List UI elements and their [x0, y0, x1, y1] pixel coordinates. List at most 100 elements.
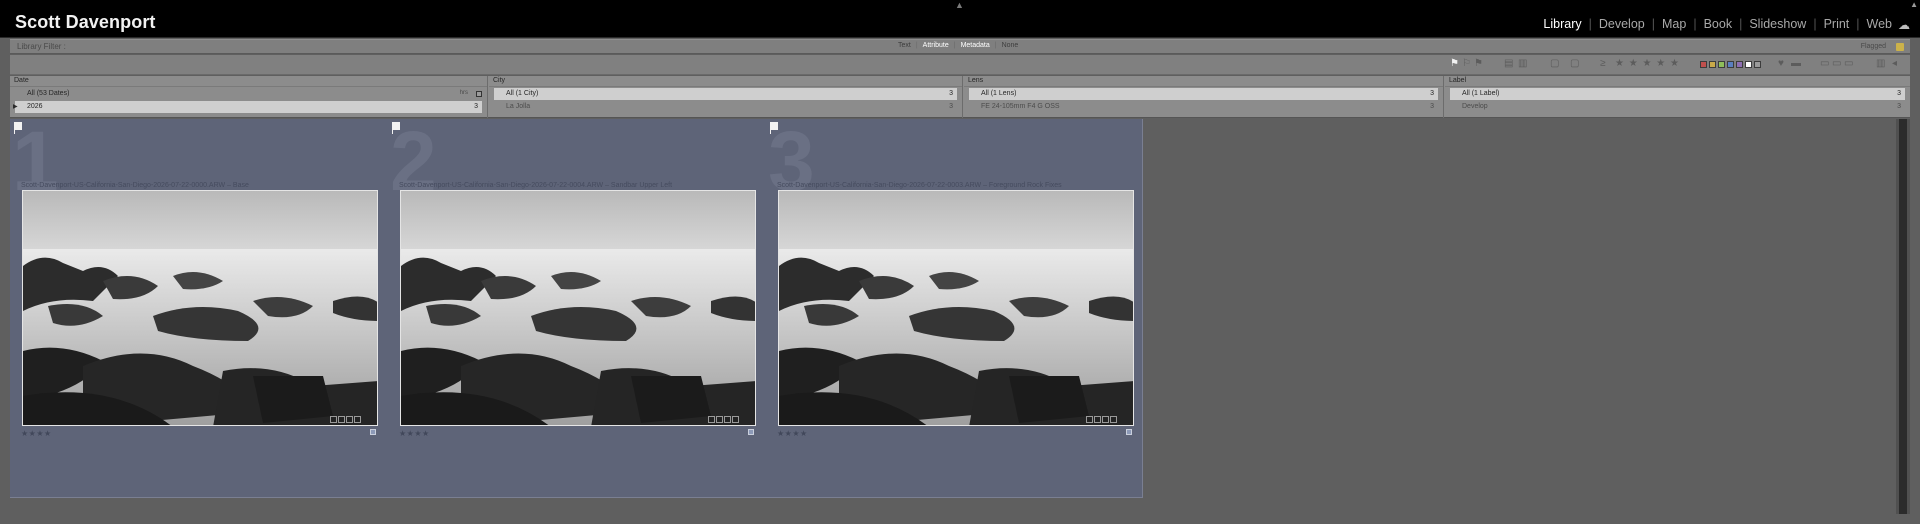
rejected-filter-icon[interactable]: ⚑ — [1474, 58, 1483, 69]
badge-icon[interactable] — [1110, 416, 1117, 423]
row-label: Develop — [1462, 103, 1488, 110]
module-print[interactable]: Print — [1824, 17, 1850, 31]
collapse-icon[interactable]: ◂ — [1892, 58, 1897, 69]
pick-flag-icon[interactable] — [770, 122, 778, 134]
row-label: All (1 City) — [506, 90, 539, 97]
module-develop[interactable]: Develop — [1599, 17, 1645, 31]
cloud-sync-icon[interactable]: ☁ — [1898, 18, 1910, 32]
module-separator: | — [1588, 17, 1592, 31]
rating-filter-stars[interactable]: ★ ★ ★ ★ ★ — [1615, 58, 1680, 69]
grid-scrollbar[interactable] — [1896, 119, 1910, 514]
expand-triangle-icon[interactable]: ▶ — [13, 103, 18, 110]
thumbnail-badges — [708, 416, 739, 423]
badge-icon[interactable] — [724, 416, 731, 423]
label-yellow-swatch[interactable] — [1709, 61, 1716, 68]
module-book[interactable]: Book — [1704, 17, 1733, 31]
grid-cell[interactable]: 2 Scott-Davenport-US-California-San-Dieg… — [388, 119, 765, 441]
color-label-marker[interactable] — [748, 429, 754, 435]
filter-options: Text | Attribute | Metadata | None — [895, 42, 1021, 49]
hierarchy-icon[interactable]: hrs — [460, 90, 468, 96]
flag-filter-icon[interactable]: ⚑ — [1450, 58, 1459, 69]
cell-filename: Scott-Davenport-US-California-San-Diego-… — [777, 182, 1062, 189]
row-label: All (53 Dates) — [27, 90, 70, 97]
browser-row-selected[interactable]: All (1 Lens) 3 — [969, 88, 1438, 100]
rating-operator-icon[interactable]: ≥ — [1600, 58, 1606, 69]
thumbnail-image[interactable] — [778, 190, 1134, 426]
label-purple-swatch[interactable] — [1736, 61, 1743, 68]
star-rating[interactable]: ★★★★ — [21, 429, 52, 438]
color-label-marker[interactable] — [370, 429, 376, 435]
badge-icon[interactable] — [1094, 416, 1101, 423]
label-none-swatch[interactable] — [1754, 61, 1761, 68]
kind-video-icon[interactable]: ▭ — [1844, 58, 1853, 69]
grid-cell[interactable]: 1 Scott-Davenport-US-California-San-Dieg… — [10, 119, 387, 441]
module-slideshow[interactable]: Slideshow — [1749, 17, 1806, 31]
thumbnail-image[interactable] — [22, 190, 378, 426]
label-blue-swatch[interactable] — [1727, 61, 1734, 68]
identity-plate: Scott Davenport — [15, 12, 156, 32]
pick-flag-icon[interactable] — [392, 122, 400, 134]
badge-icon[interactable] — [732, 416, 739, 423]
module-web[interactable]: Web — [1867, 17, 1892, 31]
column-scroll-icon[interactable] — [476, 91, 482, 97]
edit-filter-icon-2[interactable]: ▥ — [1518, 58, 1527, 69]
seascape-thumbnail — [779, 191, 1133, 425]
star-rating[interactable]: ★★★★ — [399, 429, 430, 438]
filter-option-metadata[interactable]: Metadata — [958, 42, 993, 49]
column-header[interactable]: Date — [10, 76, 487, 87]
filter-lock-icon[interactable] — [1896, 43, 1904, 51]
column-lens: Lens All (1 Lens) 3 FE 24-105mm F4 G OSS… — [964, 76, 1444, 118]
filter-preset-select[interactable]: Flagged — [1861, 43, 1886, 50]
star-rating[interactable]: ★★★★ — [777, 429, 808, 438]
badge-icon[interactable] — [1102, 416, 1109, 423]
badge-icon[interactable] — [708, 416, 715, 423]
grid-cell[interactable]: 3 Scott-Davenport-US-California-San-Dieg… — [766, 119, 1143, 441]
row-label: La Jolla — [506, 103, 531, 110]
label-red-swatch[interactable] — [1700, 61, 1707, 68]
browser-row-selected[interactable]: All (1 Label) 3 — [1450, 88, 1905, 100]
browser-row-selected[interactable]: ▶ 2026 3 — [13, 101, 482, 113]
filter-option-none[interactable]: None — [999, 42, 1022, 49]
badge-icon[interactable] — [338, 416, 345, 423]
row-label: FE 24-105mm F4 G OSS — [981, 103, 1060, 110]
module-separator: | — [1813, 17, 1817, 31]
browser-row-selected[interactable]: All (1 City) 3 — [494, 88, 957, 100]
badge-icon[interactable] — [330, 416, 337, 423]
filter-option-attribute[interactable]: Attribute — [920, 42, 952, 49]
comment-icon[interactable]: ▬ — [1791, 58, 1801, 69]
edit-filter-icon[interactable]: ▤ — [1504, 58, 1513, 69]
thumbnail-image[interactable] — [400, 190, 756, 426]
column-header[interactable]: City — [489, 76, 962, 87]
unflagged-filter-icon[interactable]: ⚐ — [1462, 58, 1471, 69]
kind-virtual-icon[interactable]: ▭ — [1832, 58, 1841, 69]
module-separator: | — [1739, 17, 1743, 31]
column-header[interactable]: Label — [1445, 76, 1910, 87]
module-map[interactable]: Map — [1662, 17, 1686, 31]
row-count: 3 — [1897, 103, 1901, 110]
heart-icon[interactable]: ♥ — [1778, 58, 1784, 69]
trash-icon[interactable]: ▥ — [1876, 58, 1885, 69]
pick-flag-icon[interactable] — [14, 122, 22, 134]
badge-icon[interactable] — [1086, 416, 1093, 423]
label-custom-swatch[interactable] — [1745, 61, 1752, 68]
column-header[interactable]: Lens — [964, 76, 1443, 87]
badge-icon[interactable] — [354, 416, 361, 423]
color-label-marker[interactable] — [1126, 429, 1132, 435]
badge-icon[interactable] — [716, 416, 723, 423]
module-library[interactable]: Library — [1543, 17, 1581, 31]
browser-row[interactable]: Develop 3 — [1450, 101, 1905, 113]
badge-icon[interactable] — [346, 416, 353, 423]
kind-master-icon[interactable]: ▭ — [1820, 58, 1829, 69]
filter-option-text[interactable]: Text — [895, 42, 914, 49]
browser-row[interactable]: All (53 Dates) hrs — [15, 88, 482, 100]
browser-row[interactable]: La Jolla 3 — [494, 101, 957, 113]
edit-status-icon[interactable]: ▢ — [1550, 58, 1559, 69]
label-green-swatch[interactable] — [1718, 61, 1725, 68]
lightroom-window: Scott Davenport ▲ ▲ Library | Develop | … — [0, 0, 1920, 524]
corner-toggle-icon[interactable]: ▲ — [1910, 0, 1918, 9]
module-separator: | — [1693, 17, 1697, 31]
browser-row[interactable]: FE 24-105mm F4 G OSS 3 — [969, 101, 1438, 113]
scrollbar-thumb[interactable] — [1899, 119, 1907, 514]
edit-status-icon-2[interactable]: ▢ — [1570, 58, 1579, 69]
top-panel-toggle-icon[interactable]: ▲ — [955, 0, 964, 10]
